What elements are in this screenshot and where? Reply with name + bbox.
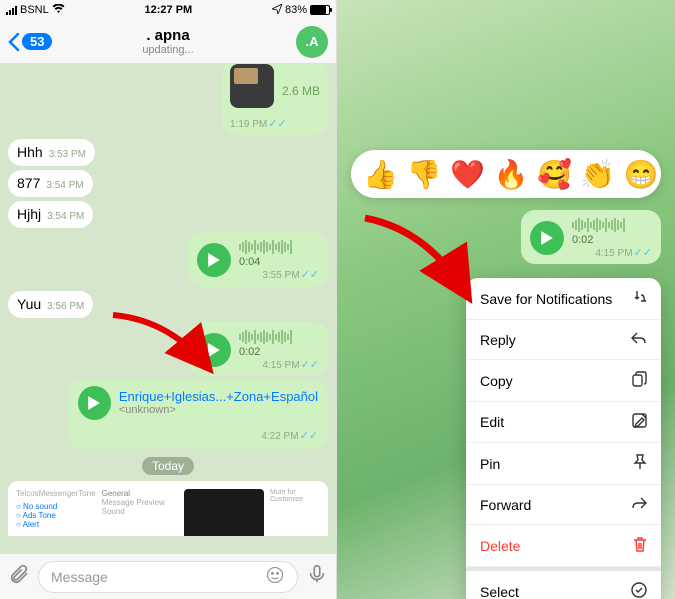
read-ticks-icon: ✓✓ <box>634 247 652 259</box>
phone-screenshot-right: 👍 👎 ❤️ 🔥 🥰 👏 😁 0:02 4:15 PM✓✓ Save for N… <box>337 0 675 599</box>
reaction-thumbsdown[interactable]: 👎 <box>407 158 442 191</box>
play-button[interactable] <box>197 333 231 367</box>
date-separator: Today <box>142 457 194 475</box>
menu-save-notifications[interactable]: Save for Notifications <box>466 278 661 320</box>
back-button[interactable]: 53 <box>8 33 52 51</box>
annotation-arrow <box>357 210 477 315</box>
reaction-clap[interactable]: 👏 <box>580 158 615 191</box>
audio-title: Enrique+Iglesias...+Zona+Español <box>119 389 318 405</box>
play-button[interactable] <box>78 386 111 420</box>
message-audio[interactable]: Enrique+Iglesias...+Zona+Español <unknow… <box>68 380 328 449</box>
status-bar: BSNL 12:27 PM 83% <box>0 0 336 20</box>
menu-copy[interactable]: Copy <box>466 360 661 402</box>
select-icon <box>631 582 647 599</box>
signal-icon <box>6 6 17 15</box>
message-input[interactable]: Message <box>38 561 298 593</box>
copy-icon <box>632 371 647 390</box>
read-ticks-icon: ✓✓ <box>301 269 319 281</box>
attach-icon[interactable] <box>8 563 30 590</box>
file-size: 2.6 MB <box>282 84 320 98</box>
unread-badge: 53 <box>22 33 52 50</box>
link-preview[interactable]: TelcosMessengerTone ○ No sound ○ Ads Ton… <box>8 481 328 536</box>
edit-icon <box>632 413 647 431</box>
message-file[interactable]: 2.6 MB 1:19 PM✓✓ <box>222 64 328 135</box>
play-button[interactable] <box>530 221 564 255</box>
message-text[interactable]: Hjhj3:54 PM <box>8 201 93 228</box>
input-bar: Message <box>0 553 336 599</box>
reaction-fire[interactable]: 🔥 <box>494 158 529 191</box>
message-voice[interactable]: 0:04 3:55 PM✓✓ <box>188 232 328 286</box>
battery-icon <box>310 5 330 15</box>
context-menu: Save for Notifications Reply Copy Edit P… <box>466 278 661 599</box>
menu-select[interactable]: Select <box>466 567 661 599</box>
waveform-icon <box>572 216 652 234</box>
selected-voice-message[interactable]: 0:02 4:15 PM✓✓ <box>521 210 661 264</box>
message-text[interactable]: Hhh3:53 PM <box>8 139 95 166</box>
reaction-thumbsup[interactable]: 👍 <box>363 158 398 191</box>
waveform-icon <box>239 328 319 346</box>
nav-bar: 53 . apna updating... .A <box>0 20 336 64</box>
audio-artist: <unknown> <box>119 404 318 417</box>
menu-forward[interactable]: Forward <box>466 485 661 525</box>
file-thumbnail <box>230 64 274 108</box>
reaction-grin[interactable]: 😁 <box>624 158 659 191</box>
input-placeholder: Message <box>51 569 108 585</box>
download-note-icon <box>631 289 647 308</box>
avatar[interactable]: .A <box>296 26 328 58</box>
reaction-heart[interactable]: ❤️ <box>450 158 485 191</box>
menu-pin[interactable]: Pin <box>466 443 661 485</box>
status-time: 12:27 PM <box>145 4 193 16</box>
location-icon <box>272 4 282 17</box>
mic-icon[interactable] <box>306 563 328 590</box>
menu-edit[interactable]: Edit <box>466 402 661 443</box>
read-ticks-icon: ✓✓ <box>301 359 319 371</box>
reaction-smiling-hearts[interactable]: 🥰 <box>537 158 572 191</box>
waveform-icon <box>239 238 319 256</box>
read-ticks-icon: ✓✓ <box>300 430 318 442</box>
carrier-label: BSNL <box>20 4 49 16</box>
forward-icon <box>631 496 647 513</box>
preview-thumbnail <box>184 489 264 536</box>
message-voice-highlighted[interactable]: 0:02 4:15 PM✓✓ <box>188 322 328 376</box>
reply-icon <box>631 331 647 348</box>
battery-percent: 83% <box>285 4 307 16</box>
play-button[interactable] <box>197 243 231 277</box>
read-ticks-icon: ✓✓ <box>268 118 286 130</box>
wifi-icon <box>52 4 65 17</box>
menu-reply[interactable]: Reply <box>466 320 661 360</box>
chat-area[interactable]: 2.6 MB 1:19 PM✓✓ Hhh3:53 PM 8773:54 PM H… <box>0 64 336 536</box>
reaction-picker: 👍 👎 ❤️ 🔥 🥰 👏 😁 <box>351 150 661 198</box>
message-text[interactable]: Yuu3:56 PM <box>8 291 93 318</box>
menu-delete[interactable]: Delete <box>466 525 661 567</box>
phone-screenshot-left: BSNL 12:27 PM 83% 53 . apna updating... … <box>0 0 337 599</box>
trash-icon <box>633 536 647 555</box>
sticker-icon[interactable] <box>265 565 285 588</box>
pin-icon <box>633 454 647 473</box>
message-text[interactable]: 8773:54 PM <box>8 170 93 197</box>
